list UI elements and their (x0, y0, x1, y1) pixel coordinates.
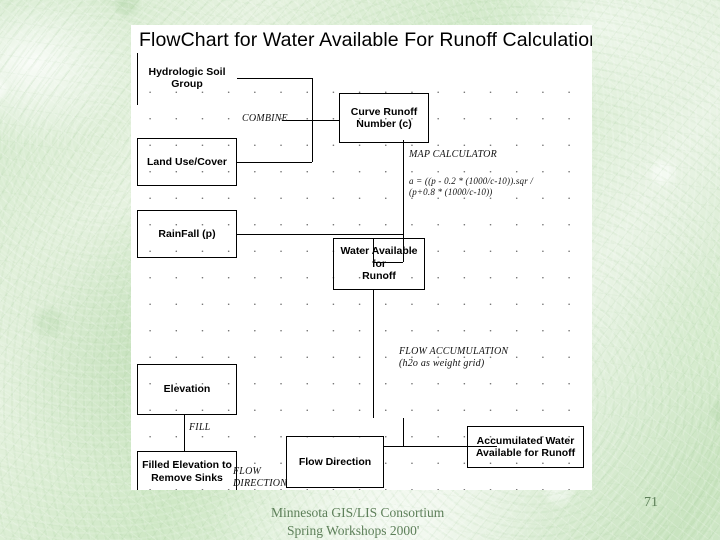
box-label: Water Available for Runoff (340, 245, 418, 283)
connector-landuse-vertical (312, 120, 313, 162)
box-filled-elevation[interactable]: Filled Elevation to Remove Sinks (137, 451, 237, 490)
slide-canvas: FlowChart for Water Available For Runoff… (0, 0, 720, 540)
annotation-runoff-formula: a = ((p - 0.2 * (1000/c-10)).sqr / (p+0.… (409, 176, 534, 197)
box-label: Hydrologic Soil Group (148, 65, 226, 91)
connector-soil-vertical (312, 78, 313, 120)
box-label: RainFall (p) (158, 227, 216, 240)
footer-event: Spring Workshops 2000' (287, 523, 420, 538)
flowchart-image: FlowChart for Water Available For Runoff… (131, 25, 592, 490)
footer-organization: Minnesota GIS/LIS Consortium (271, 505, 445, 520)
box-water-available-for-runoff[interactable]: Water Available for Runoff (333, 238, 425, 290)
connector-soil-to-combine (237, 78, 312, 79)
box-elevation[interactable]: Elevation (137, 364, 237, 415)
box-label: Land Use/Cover (147, 155, 227, 168)
annotation-flow-accumulation: FLOW ACCUMULATION (h2o as weight grid) (399, 346, 509, 369)
box-label: Elevation (163, 383, 211, 396)
box-label: Flow Direction (298, 455, 372, 468)
connector-landuse-to-combine (237, 162, 312, 163)
footer-credit: Minnesota GIS/LIS Consortium Spring Work… (271, 486, 444, 540)
annotation-combine: COMBINE (242, 113, 288, 124)
annotation-map-calculator: MAP CALCULATOR (409, 149, 497, 160)
connector-accumulation-junction (403, 418, 404, 446)
connector-elevation-to-filled (184, 415, 185, 451)
page-number: 71 (644, 495, 658, 510)
box-hydrologic-soil-group[interactable]: Hydrologic Soil Group (137, 53, 237, 103)
connector-combine-to-curve (282, 120, 339, 121)
box-accumulated-water[interactable]: Accumulated Water Available for Runoff (467, 426, 584, 468)
annotation-fill: FILL (189, 422, 211, 433)
connector-water-to-accumulation (373, 290, 374, 418)
box-soil-left-edge (137, 53, 138, 105)
box-label: Accumulated Water Available for Runoff (475, 434, 576, 460)
flowchart-title: FlowChart for Water Available For Runoff… (139, 29, 592, 51)
box-label: Filled Elevation to Remove Sinks (142, 459, 232, 484)
box-curve-runoff-number[interactable]: Curve Runoff Number (c) (339, 93, 429, 143)
box-label: Curve Runoff Number (c) (350, 105, 418, 131)
box-rainfall[interactable]: RainFall (p) (137, 210, 237, 258)
box-land-use-cover[interactable]: Land Use/Cover (137, 138, 237, 186)
box-flow-direction[interactable]: Flow Direction (286, 436, 384, 488)
connector-rainfall-to-trunk (237, 234, 403, 235)
